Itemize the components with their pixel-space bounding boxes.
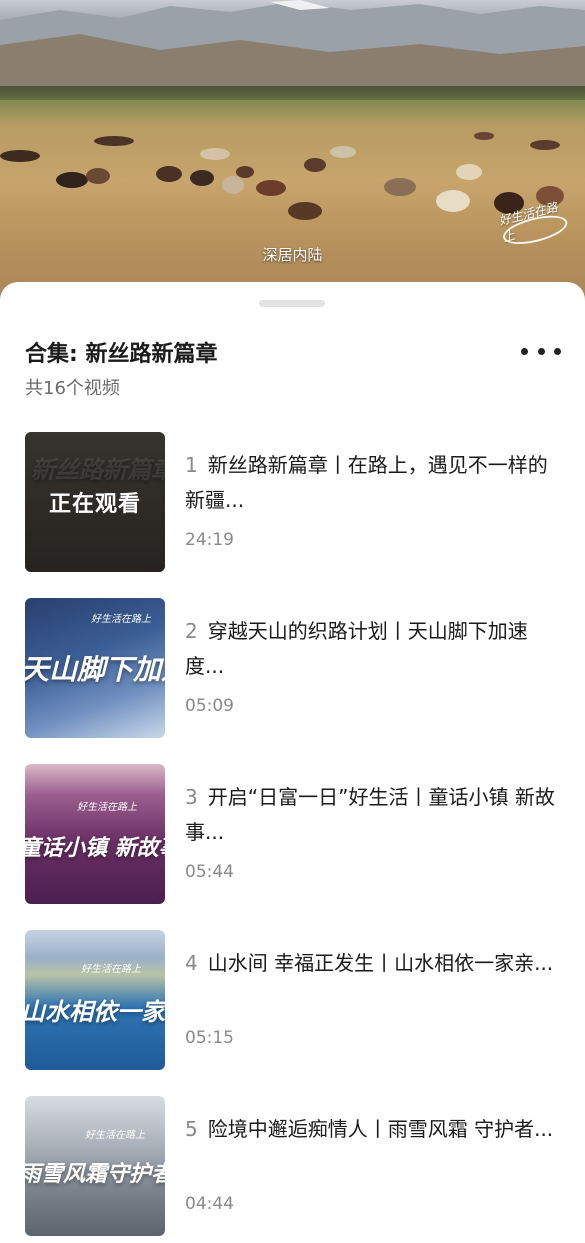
- video-caption: 深居内陆: [262, 246, 323, 264]
- sheep: [288, 202, 322, 220]
- collection-title: 合集: 新丝路新篇章: [25, 342, 218, 367]
- video-title: 2 穿越天山的织路计划丨天山脚下加速度...: [185, 619, 528, 678]
- list-item[interactable]: 新丝路新篇章 正在观看 1 新丝路新篇章丨在路上，遇见不一样的新疆... 24:1…: [25, 432, 565, 572]
- thumbnail-art: 好生活在路上 天山脚下加速度: [25, 614, 165, 686]
- tree-line: [0, 86, 585, 100]
- thumbnail-art: 好生活在路上 山水相依一家亲: [25, 964, 165, 1026]
- list-item[interactable]: 好生活在路上 童话小镇 新故事 3开启“日富一日”好生活丨童话小镇 新故事...…: [25, 764, 565, 904]
- more-options-icon[interactable]: [521, 339, 561, 363]
- mountain-backdrop: [0, 0, 585, 90]
- collection-sheet: 合集: 新丝路新篇章 共16个视频 新丝路新篇章 正在观看 1 新丝路新篇章丨在路…: [0, 282, 585, 1243]
- video-thumbnail: 好生活在路上 童话小镇 新故事: [25, 764, 165, 904]
- video-duration: 05:44: [185, 862, 234, 882]
- sheet-drag-handle[interactable]: [259, 300, 325, 307]
- now-playing-overlay: 正在观看: [25, 432, 165, 572]
- sheep: [530, 140, 560, 150]
- video-title: 3 开启“日富一日”好生活丨童话小镇 新故事...: [185, 785, 555, 844]
- video-thumbnail: 好生活在路上 天山脚下加速度: [25, 598, 165, 738]
- sheep: [156, 166, 182, 182]
- video-player[interactable]: 深居内陆 好生活在路上: [0, 0, 585, 300]
- list-item[interactable]: 好生活在路上 天山脚下加速度 2穿越天山的织路计划丨天山脚下加速度... 05:…: [25, 598, 565, 738]
- sheep: [474, 132, 494, 140]
- video-title: 5 险境中邂逅痴情人丨雨雪风霜 守护者...: [185, 1117, 554, 1141]
- sheep: [200, 148, 230, 160]
- video-title: 1 新丝路新篇章丨在路上，遇见不一样的新疆...: [185, 453, 548, 512]
- list-item[interactable]: 好生活在路上 雨雪风霜守护者 5 险境中邂逅痴情人丨雨雪风霜 守护者... 04:…: [25, 1096, 565, 1236]
- list-item[interactable]: 好生活在路上 山水相依一家亲 4山水间 幸福正发生丨山水相依一家亲... 05:…: [25, 930, 565, 1070]
- sheep: [56, 172, 88, 188]
- sheep: [456, 164, 482, 180]
- sheep: [384, 178, 416, 196]
- video-thumbnail: 好生活在路上 雨雪风霜守护者: [25, 1096, 165, 1236]
- video-thumbnail: 新丝路新篇章 正在观看: [25, 432, 165, 572]
- sheep: [304, 158, 326, 172]
- sheep: [86, 168, 110, 184]
- sheep: [222, 176, 244, 194]
- field-stripe: [0, 100, 585, 120]
- sheep: [94, 136, 134, 146]
- sheep: [236, 166, 254, 178]
- video-duration: 05:09: [185, 696, 234, 716]
- sheep: [436, 190, 470, 212]
- thumbnail-art: 好生活在路上 童话小镇 新故事: [25, 802, 165, 861]
- sheep: [256, 180, 286, 196]
- collection-video-count: 共16个视频: [25, 378, 120, 399]
- sheep: [330, 146, 356, 158]
- sheep: [190, 170, 214, 186]
- video-duration: 05:15: [185, 1028, 234, 1048]
- thumbnail-art: 好生活在路上 雨雪风霜守护者: [25, 1130, 165, 1187]
- video-title: 4 山水间 幸福正发生丨山水相依一家亲...: [185, 951, 554, 975]
- sheep: [0, 150, 40, 162]
- video-duration: 04:44: [185, 1194, 234, 1214]
- video-thumbnail: 好生活在路上 山水相依一家亲: [25, 930, 165, 1070]
- video-duration: 24:19: [185, 530, 234, 550]
